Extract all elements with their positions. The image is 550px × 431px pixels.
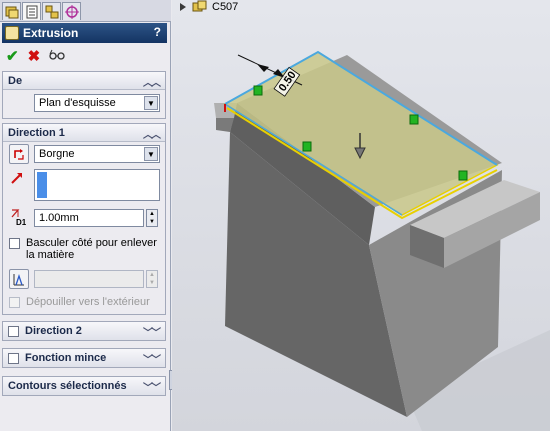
dimxpert-icon: [64, 4, 79, 19]
checkbox[interactable]: [9, 238, 20, 249]
group-direction2-title: Direction 2: [25, 325, 82, 337]
property-manager-title-bar: Extrusion ?: [2, 23, 167, 43]
depth-spin-button[interactable]: ▲ ▼: [146, 209, 158, 227]
tab-property-manager[interactable]: [22, 2, 41, 20]
group-selected-contours: Contours sélectionnés ﹀﹀: [2, 376, 166, 396]
draft-outward-checkbox[interactable]: Dépouiller vers l'extérieur: [9, 296, 150, 308]
direction-selection-box[interactable]: [34, 169, 160, 201]
manager-tabs: [0, 0, 171, 22]
tab-dimxpert[interactable]: [62, 2, 81, 20]
configuration-manager-icon: [45, 5, 58, 18]
reverse-direction-button[interactable]: [9, 144, 29, 164]
draft-button[interactable]: [9, 269, 29, 289]
glasses-icon: [49, 49, 65, 60]
ok-button[interactable]: ✔: [6, 47, 19, 65]
direction-vector-icon: [9, 170, 25, 186]
property-manager-panel: Extrusion ? ✔ ✖ De ︿︿ Plan d'esquisse ▼ …: [0, 0, 171, 431]
tab-configuration-manager[interactable]: [42, 2, 61, 20]
chevron-down-icon[interactable]: ▼: [144, 96, 158, 110]
depth-label: D1: [16, 218, 27, 226]
drag-handle[interactable]: [253, 85, 263, 96]
action-buttons: ✔ ✖: [6, 47, 65, 65]
dimension-arrow: [257, 64, 269, 72]
group-thin-feature-header[interactable]: Fonction mince ﹀﹀: [3, 349, 165, 367]
collapse-icon[interactable]: ︿︿: [143, 74, 161, 89]
group-selected-contours-title: Contours sélectionnés: [8, 380, 127, 392]
tab-feature-manager[interactable]: [2, 2, 21, 20]
group-from: De ︿︿ Plan d'esquisse ▼: [2, 71, 166, 119]
group-thin-feature-title: Fonction mince: [25, 352, 107, 364]
depth-value: 1.00mm: [39, 212, 79, 224]
reverse-direction-icon: [14, 149, 24, 160]
checkbox[interactable]: [9, 296, 20, 308]
depth-input[interactable]: 1.00mm: [34, 209, 144, 227]
drag-handle[interactable]: [409, 114, 419, 125]
end-condition-value: Borgne: [39, 148, 75, 160]
flip-side-checkbox[interactable]: Basculer côté pour enlever la matière: [9, 237, 159, 261]
start-condition-select[interactable]: Plan d'esquisse ▼: [34, 94, 160, 112]
help-button[interactable]: ?: [154, 25, 161, 39]
expand-icon[interactable]: ﹀﹀: [143, 351, 161, 366]
group-from-title: De: [8, 74, 23, 87]
drag-handle[interactable]: [458, 170, 468, 181]
drag-handle[interactable]: [302, 141, 312, 152]
extrude-feature-icon: [5, 26, 19, 40]
expand-icon[interactable]: ﹀﹀: [143, 379, 161, 394]
group-direction1-header[interactable]: Direction 1 ︿︿: [3, 124, 165, 142]
expand-icon[interactable]: ﹀﹀: [143, 324, 161, 339]
group-from-header[interactable]: De ︿︿: [3, 72, 165, 90]
property-manager-icon: [26, 5, 37, 18]
direction2-checkbox[interactable]: [8, 325, 19, 337]
group-direction2-header[interactable]: Direction 2 ﹀﹀: [3, 322, 165, 340]
draft-outward-label: Dépouiller vers l'extérieur: [26, 296, 150, 308]
thin-feature-checkbox[interactable]: [8, 352, 19, 364]
group-direction1: Direction 1 ︿︿ Borgne ▼ D1 1.00mm ▲ ▼ Bas…: [2, 123, 166, 315]
page-title: Extrusion: [23, 26, 79, 40]
group-thin-feature: Fonction mince ﹀﹀: [2, 348, 166, 368]
flip-side-label: Basculer côté pour enlever la matière: [26, 237, 157, 261]
cancel-button[interactable]: ✖: [28, 47, 41, 65]
draft-spin-button[interactable]: ▲ ▼: [146, 270, 158, 288]
selection-color-swatch: [37, 172, 47, 198]
depth-icon: D1: [8, 208, 28, 227]
draft-icon: [13, 273, 24, 286]
graphics-viewport[interactable]: C507 0.50: [172, 0, 550, 431]
start-condition-value: Plan d'esquisse: [39, 97, 116, 109]
detailed-preview-button[interactable]: [49, 49, 65, 64]
model-view[interactable]: 0.50: [172, 0, 550, 431]
collapse-icon[interactable]: ︿︿: [143, 126, 161, 141]
feature-manager-icon: [5, 6, 18, 18]
chevron-down-icon[interactable]: ▼: [144, 147, 158, 161]
end-condition-select[interactable]: Borgne ▼: [34, 145, 160, 163]
group-direction2: Direction 2 ﹀﹀: [2, 321, 166, 341]
draft-angle-input[interactable]: [34, 270, 144, 288]
group-direction1-title: Direction 1: [8, 126, 65, 139]
group-selected-contours-header[interactable]: Contours sélectionnés ﹀﹀: [3, 377, 165, 395]
